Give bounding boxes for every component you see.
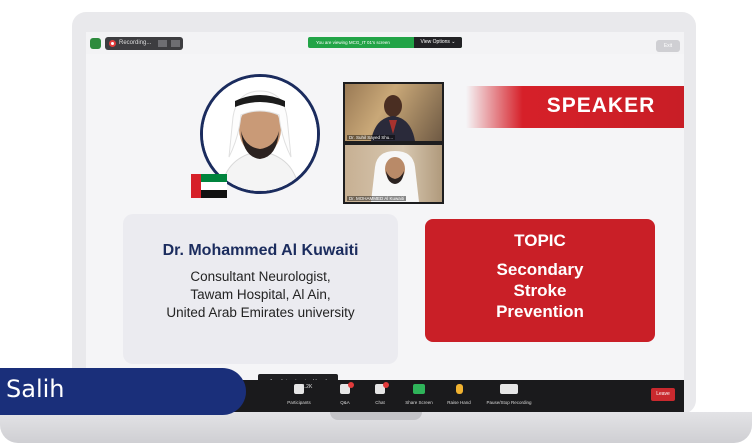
- exit-fullscreen-button[interactable]: Exit: [656, 40, 680, 52]
- speaker-role-line: Tawam Hospital, Al Ain,: [190, 287, 331, 302]
- participants-label: Participants: [287, 400, 311, 405]
- share-screen-icon: [413, 384, 425, 394]
- share-screen-button[interactable]: Share Screen: [399, 384, 439, 405]
- pause-recording-icon[interactable]: [158, 40, 167, 47]
- participant-video-tile[interactable]: Dr. Suhil Sayed Shu...: [343, 82, 444, 143]
- topic-title: Secondary Stroke Prevention: [425, 259, 655, 322]
- speaker-role: Consultant Neurologist, Tawam Hospital, …: [123, 268, 398, 322]
- caption-name: Salih: [6, 375, 65, 403]
- chat-button[interactable]: Chat: [360, 382, 400, 405]
- pause-stop-recording-button[interactable]: Pause/Stop Recording: [483, 384, 535, 405]
- record-dot-icon: [109, 40, 116, 47]
- recording-controls-icon: [500, 384, 518, 394]
- zoom-top-bar: Recording... You are viewing MCG_IT 01's…: [86, 32, 684, 54]
- recording-indicator: Recording...: [105, 37, 183, 50]
- speaker-heading: SPEAKER: [546, 94, 656, 117]
- leave-button[interactable]: Leave: [651, 388, 675, 401]
- speaker-role-line: United Arab Emirates university: [166, 305, 355, 320]
- view-options-button[interactable]: View Options ⌄: [414, 37, 462, 48]
- raise-hand-label: Raise Hand: [447, 400, 471, 405]
- stop-recording-icon[interactable]: [171, 40, 180, 47]
- qa-button[interactable]: Q&A: [325, 382, 365, 405]
- topic-line: Secondary: [496, 260, 584, 279]
- shared-slide: Dr. Mohammed Al Kuwaiti Consultant Neuro…: [86, 54, 684, 402]
- stage: Recording... You are viewing MCG_IT 01's…: [0, 0, 752, 443]
- chat-label: Chat: [375, 400, 385, 405]
- share-screen-label: Share Screen: [405, 400, 433, 405]
- laptop-base: [0, 412, 752, 443]
- recording-label: Recording...: [119, 40, 152, 46]
- viewing-screen-banner: You are viewing MCG_IT 01's screen View …: [308, 37, 462, 48]
- participants-button[interactable]: 1.2K Participants: [279, 384, 319, 405]
- participant-name: Dr. MOHAMMED Al Kuwaiti: [347, 196, 407, 201]
- topic-label: TOPIC: [514, 231, 566, 250]
- raise-hand-button[interactable]: Raise Hand: [439, 384, 479, 405]
- recording-controls-label: Pause/Stop Recording: [486, 400, 532, 405]
- security-shield-icon[interactable]: [90, 38, 101, 49]
- participants-count: 1.2K: [302, 384, 313, 390]
- speaker-role-line: Consultant Neurologist,: [190, 269, 331, 284]
- notification-badge: [383, 382, 389, 388]
- topic-line: Stroke: [513, 281, 567, 300]
- raise-hand-icon: [455, 384, 463, 394]
- speaker-name: Dr. Mohammed Al Kuwaiti: [162, 242, 359, 259]
- notification-badge: [348, 382, 354, 388]
- participant-name: Dr. Suhil Sayed Shu...: [347, 135, 396, 140]
- topic-line: Prevention: [496, 302, 584, 321]
- participant-video-tile[interactable]: Dr. MOHAMMED Al Kuwaiti: [343, 143, 444, 204]
- laptop-screen: Recording... You are viewing MCG_IT 01's…: [86, 32, 684, 412]
- uae-flag-icon: [191, 174, 227, 198]
- viewing-text: You are viewing MCG_IT 01's screen: [316, 40, 390, 45]
- laptop-notch: [330, 412, 422, 420]
- qa-label: Q&A: [340, 400, 350, 405]
